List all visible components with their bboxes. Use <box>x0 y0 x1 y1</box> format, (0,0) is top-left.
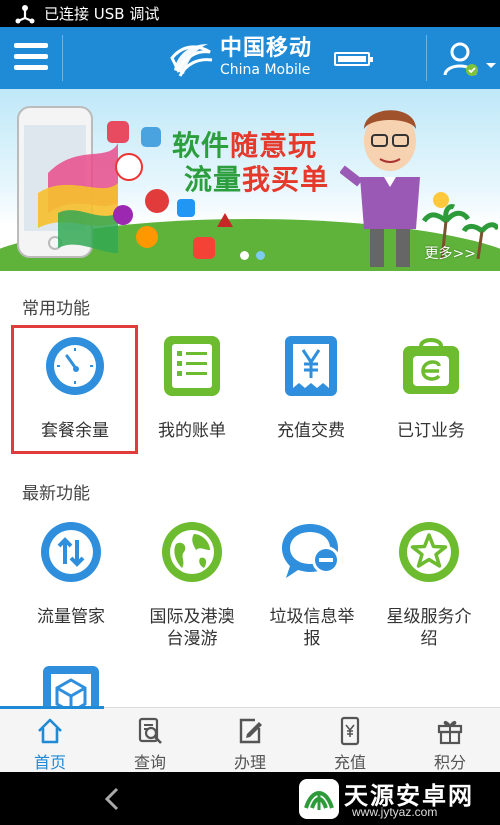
status-text: 已连接 USB 调试 <box>44 5 160 23</box>
menu-button[interactable] <box>14 43 48 73</box>
tile-label-line1: 国际及港澳 <box>149 607 235 627</box>
tab-recharge[interactable]: 充值 <box>300 708 400 772</box>
query-icon <box>138 717 162 744</box>
tile-traffic-manager[interactable]: 流量管家 <box>12 520 130 652</box>
bill-icon <box>164 336 220 396</box>
watermark-logo-icon <box>299 779 339 819</box>
usb-icon <box>15 4 35 23</box>
banner-slogan: 软件随意玩 流量我买单 <box>172 129 329 197</box>
slogan-line1-b: 随意玩 <box>230 129 318 162</box>
tab-handle[interactable]: 办理 <box>200 708 300 772</box>
tile-my-bill[interactable]: 我的账单 <box>133 334 251 466</box>
user-icon <box>443 42 496 76</box>
header-divider-left <box>62 35 63 81</box>
bag-icon <box>403 338 459 394</box>
brand-logo: 中国移动 China Mobile <box>168 35 312 81</box>
home-icon <box>38 718 62 744</box>
phone-recharge-icon <box>340 716 360 746</box>
brand-name-cn: 中国移动 <box>220 36 313 61</box>
slogan-line1-a: 软件 <box>172 129 231 162</box>
bottom-tab-bar: 首页 查询 办理 充值 积分 <box>0 706 500 772</box>
gift-icon <box>437 720 463 745</box>
header-divider-right <box>426 35 427 81</box>
star-icon <box>399 522 459 582</box>
tab-label: 查询 <box>133 753 166 772</box>
watermark: 天源安卓网 www.jytyaz.com <box>298 776 498 822</box>
tile-label-multiline: 国际及港澳 台漫游 <box>133 606 251 650</box>
tile-label: 流量管家 <box>37 607 105 627</box>
slogan-line2-b: 我买单 <box>242 163 330 196</box>
tile-label: 我的账单 <box>158 421 226 441</box>
watermark-url: www.jytyaz.com <box>352 805 438 819</box>
tab-label: 积分 <box>433 753 466 772</box>
tile-label-line1: 星级服务介 <box>386 607 472 627</box>
spam-report-icon <box>282 524 340 578</box>
tile-label-multiline: 垃圾信息举 报 <box>253 606 371 650</box>
menu-icon <box>14 43 48 48</box>
box-icon <box>43 666 99 708</box>
user-button[interactable] <box>440 39 496 79</box>
gauge-icon <box>46 337 104 395</box>
globe-icon <box>162 522 222 582</box>
tile-international-roaming[interactable]: 国际及港澳 台漫游 <box>133 520 251 652</box>
banner-more-link[interactable]: 更多>> <box>425 243 476 263</box>
banner-dot-2[interactable] <box>256 251 265 260</box>
traffic-arrows-icon <box>41 522 101 582</box>
tile-label: 已订业务 <box>397 421 465 441</box>
slogan-line2-a: 流量 <box>184 163 243 196</box>
latest-section-title: 最新功能 <box>22 484 90 504</box>
tile-label-line2: 台漫游 <box>166 629 218 649</box>
tab-home[interactable]: 首页 <box>0 708 100 772</box>
tile-label: 充值交费 <box>277 421 345 441</box>
tile-package-balance[interactable]: 套餐余量 <box>16 334 134 466</box>
tile-label: 套餐余量 <box>41 421 109 441</box>
tile-recharge-payment[interactable]: 充值交费 <box>252 334 370 466</box>
tab-points[interactable]: 积分 <box>400 708 500 772</box>
tile-star-service[interactable]: 星级服务介 绍 <box>370 520 488 652</box>
app-header: 中国移动 China Mobile <box>0 27 500 89</box>
promo-banner[interactable]: 软件随意玩 流量我买单 更多>> <box>0 89 500 271</box>
tile-subscribed-services[interactable]: 已订业务 <box>372 334 490 466</box>
common-section-title: 常用功能 <box>22 299 90 319</box>
tab-label: 首页 <box>33 753 66 772</box>
tile-spam-report[interactable]: 垃圾信息举 报 <box>253 520 371 652</box>
tile-more-partial[interactable] <box>12 664 130 708</box>
phone-illustration <box>17 106 118 258</box>
tile-label-line1: 垃圾信息举 <box>269 607 355 627</box>
tab-query[interactable]: 查询 <box>100 708 200 772</box>
tab-label: 办理 <box>233 753 266 772</box>
status-bar: 已连接 USB 调试 <box>0 0 500 27</box>
tab-label: 充值 <box>333 753 366 772</box>
brand-name-en: China Mobile <box>220 62 311 78</box>
yuan-icon <box>285 336 337 396</box>
banner-dot-1[interactable] <box>240 251 249 260</box>
back-icon[interactable] <box>98 784 128 814</box>
tile-label-line2: 绍 <box>420 629 438 649</box>
edit-icon <box>239 718 262 744</box>
tile-label-line2: 报 <box>303 629 321 649</box>
battery-icon <box>334 52 373 66</box>
tile-label-multiline: 星级服务介 绍 <box>370 606 488 650</box>
china-mobile-logo-icon <box>170 44 213 77</box>
